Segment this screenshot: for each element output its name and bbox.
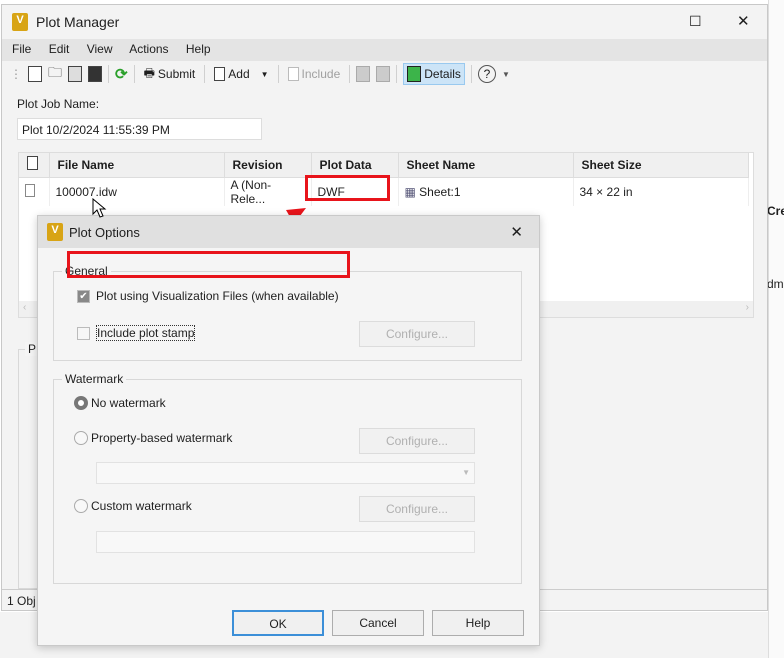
- file-icon: [27, 156, 38, 171]
- title-bar: V Plot Manager: [12, 13, 119, 31]
- submit-label: Submit: [157, 67, 196, 81]
- custom-configure-button[interactable]: Configure...: [359, 496, 475, 522]
- maximize-button[interactable]: ☐: [689, 13, 702, 30]
- stamp-configure-button[interactable]: Configure...: [359, 321, 475, 347]
- col-file-name[interactable]: File Name: [49, 153, 225, 178]
- separator: [204, 65, 206, 83]
- move-up-icon[interactable]: [356, 66, 371, 82]
- add-file-icon: [214, 67, 226, 81]
- submit-button[interactable]: 🖶 Submit: [141, 63, 199, 85]
- col-sheet-size[interactable]: Sheet Size: [573, 153, 749, 178]
- viz-files-label: Plot using Visualization Files (when ava…: [96, 289, 339, 303]
- custom-watermark-input[interactable]: [96, 531, 475, 553]
- add-label: Add: [228, 67, 250, 81]
- refresh-icon[interactable]: ⟳: [115, 65, 128, 83]
- mouse-cursor-icon: [92, 198, 107, 218]
- close-button[interactable]: ✕: [737, 12, 750, 30]
- separator: [133, 65, 135, 83]
- toolbar-grip-icon: ⋮: [10, 67, 22, 81]
- status-text: 1 Obj: [7, 594, 36, 608]
- include-button[interactable]: Include: [285, 63, 344, 85]
- dialog-close-button[interactable]: ✕: [510, 223, 523, 241]
- include-label: Include: [301, 67, 341, 81]
- details-label: Details: [424, 67, 461, 81]
- help-button[interactable]: Help: [432, 610, 524, 636]
- checkbox-icon: [77, 326, 90, 340]
- new-icon[interactable]: [28, 66, 42, 82]
- menu-help[interactable]: Help: [186, 42, 211, 56]
- cell-sheet-name: ▦ Sheet:1: [398, 177, 574, 206]
- background-text: dm: [767, 277, 784, 291]
- menu-view[interactable]: View: [87, 42, 113, 56]
- watermark-group: Watermark No watermark Property-based wa…: [53, 372, 522, 584]
- ok-button[interactable]: OK: [232, 610, 324, 636]
- property-watermark-label: Property-based watermark: [91, 431, 233, 445]
- load-icon[interactable]: [68, 66, 82, 82]
- custom-watermark-label: Custom watermark: [91, 499, 192, 513]
- col-revision[interactable]: Revision: [224, 153, 312, 178]
- toolbar: ⋮ 🗀 ⟳ 🖶 Submit Add ▼ Include Details ? ▼: [10, 62, 510, 86]
- menu-edit[interactable]: Edit: [49, 42, 70, 56]
- checkbox-checked-icon: ✔: [77, 289, 90, 303]
- menu-actions[interactable]: Actions: [129, 42, 168, 56]
- watermark-legend: Watermark: [62, 372, 127, 386]
- cancel-button[interactable]: Cancel: [332, 610, 424, 636]
- radio-selected-icon: [74, 396, 88, 410]
- vault-logo-icon: V: [47, 223, 63, 241]
- cell-sheet-size: 34 × 22 in: [573, 177, 749, 206]
- open-folder-icon[interactable]: 🗀: [48, 62, 62, 86]
- background-window: Crea dm: [767, 0, 784, 658]
- plot-stamp-checkbox[interactable]: Include plot stamp: [77, 325, 196, 341]
- menu-file[interactable]: File: [12, 42, 31, 56]
- save-icon[interactable]: [88, 66, 102, 82]
- help-icon[interactable]: ?: [477, 65, 496, 83]
- vault-logo-icon: V: [12, 13, 28, 31]
- plot-stamp-label: Include plot stamp: [96, 325, 196, 341]
- chevron-down-icon: ▼: [462, 468, 470, 477]
- col-plot-data[interactable]: Plot Data: [311, 153, 399, 178]
- separator: [108, 65, 109, 83]
- dialog-title-bar: V Plot Options ✕: [38, 216, 539, 248]
- separator: [396, 65, 398, 83]
- radio-icon: [74, 499, 88, 513]
- sheet-name-text: Sheet:1: [419, 184, 461, 199]
- chevron-down-icon[interactable]: ▼: [502, 70, 510, 79]
- menu-bar: File Edit View Actions Help: [2, 39, 767, 61]
- general-group: General ✔ Plot using Visualization Files…: [53, 264, 522, 361]
- plot-data-highlight: [305, 175, 390, 201]
- details-icon: [407, 66, 422, 82]
- property-configure-button[interactable]: Configure...: [359, 428, 475, 454]
- add-button[interactable]: Add ▼: [211, 63, 271, 85]
- viz-files-highlight: [67, 251, 350, 278]
- printer-icon: 🖶: [143, 65, 155, 80]
- table-header: File Name Revision Plot Data Sheet Name …: [19, 153, 749, 178]
- dialog-title: Plot Options: [69, 224, 140, 240]
- file-icon: [25, 183, 35, 197]
- plot-options-dialog: V Plot Options ✕ General ✔ Plot using Vi…: [37, 215, 540, 646]
- plot-job-name-label: Plot Job Name:: [17, 97, 100, 111]
- no-watermark-radio[interactable]: No watermark: [74, 396, 166, 410]
- plot-job-name-input[interactable]: Plot 10/2/2024 11:55:39 PM: [17, 118, 262, 140]
- property-watermark-dropdown[interactable]: ▼: [96, 462, 475, 484]
- separator: [277, 65, 279, 83]
- window-title: Plot Manager: [36, 14, 120, 30]
- chevron-down-icon[interactable]: ▼: [261, 70, 269, 79]
- custom-watermark-radio[interactable]: Custom watermark: [74, 499, 192, 513]
- separator: [470, 65, 472, 83]
- move-down-icon[interactable]: [376, 66, 391, 82]
- include-file-icon: [287, 67, 299, 81]
- background-text: Crea: [767, 204, 784, 218]
- details-button[interactable]: Details: [403, 63, 465, 85]
- no-watermark-label: No watermark: [91, 396, 166, 410]
- viz-files-checkbox[interactable]: ✔ Plot using Visualization Files (when a…: [77, 289, 339, 303]
- separator: [349, 65, 351, 83]
- radio-icon: [74, 431, 88, 445]
- property-watermark-radio[interactable]: Property-based watermark: [74, 431, 232, 445]
- col-sheet-name[interactable]: Sheet Name: [398, 153, 574, 178]
